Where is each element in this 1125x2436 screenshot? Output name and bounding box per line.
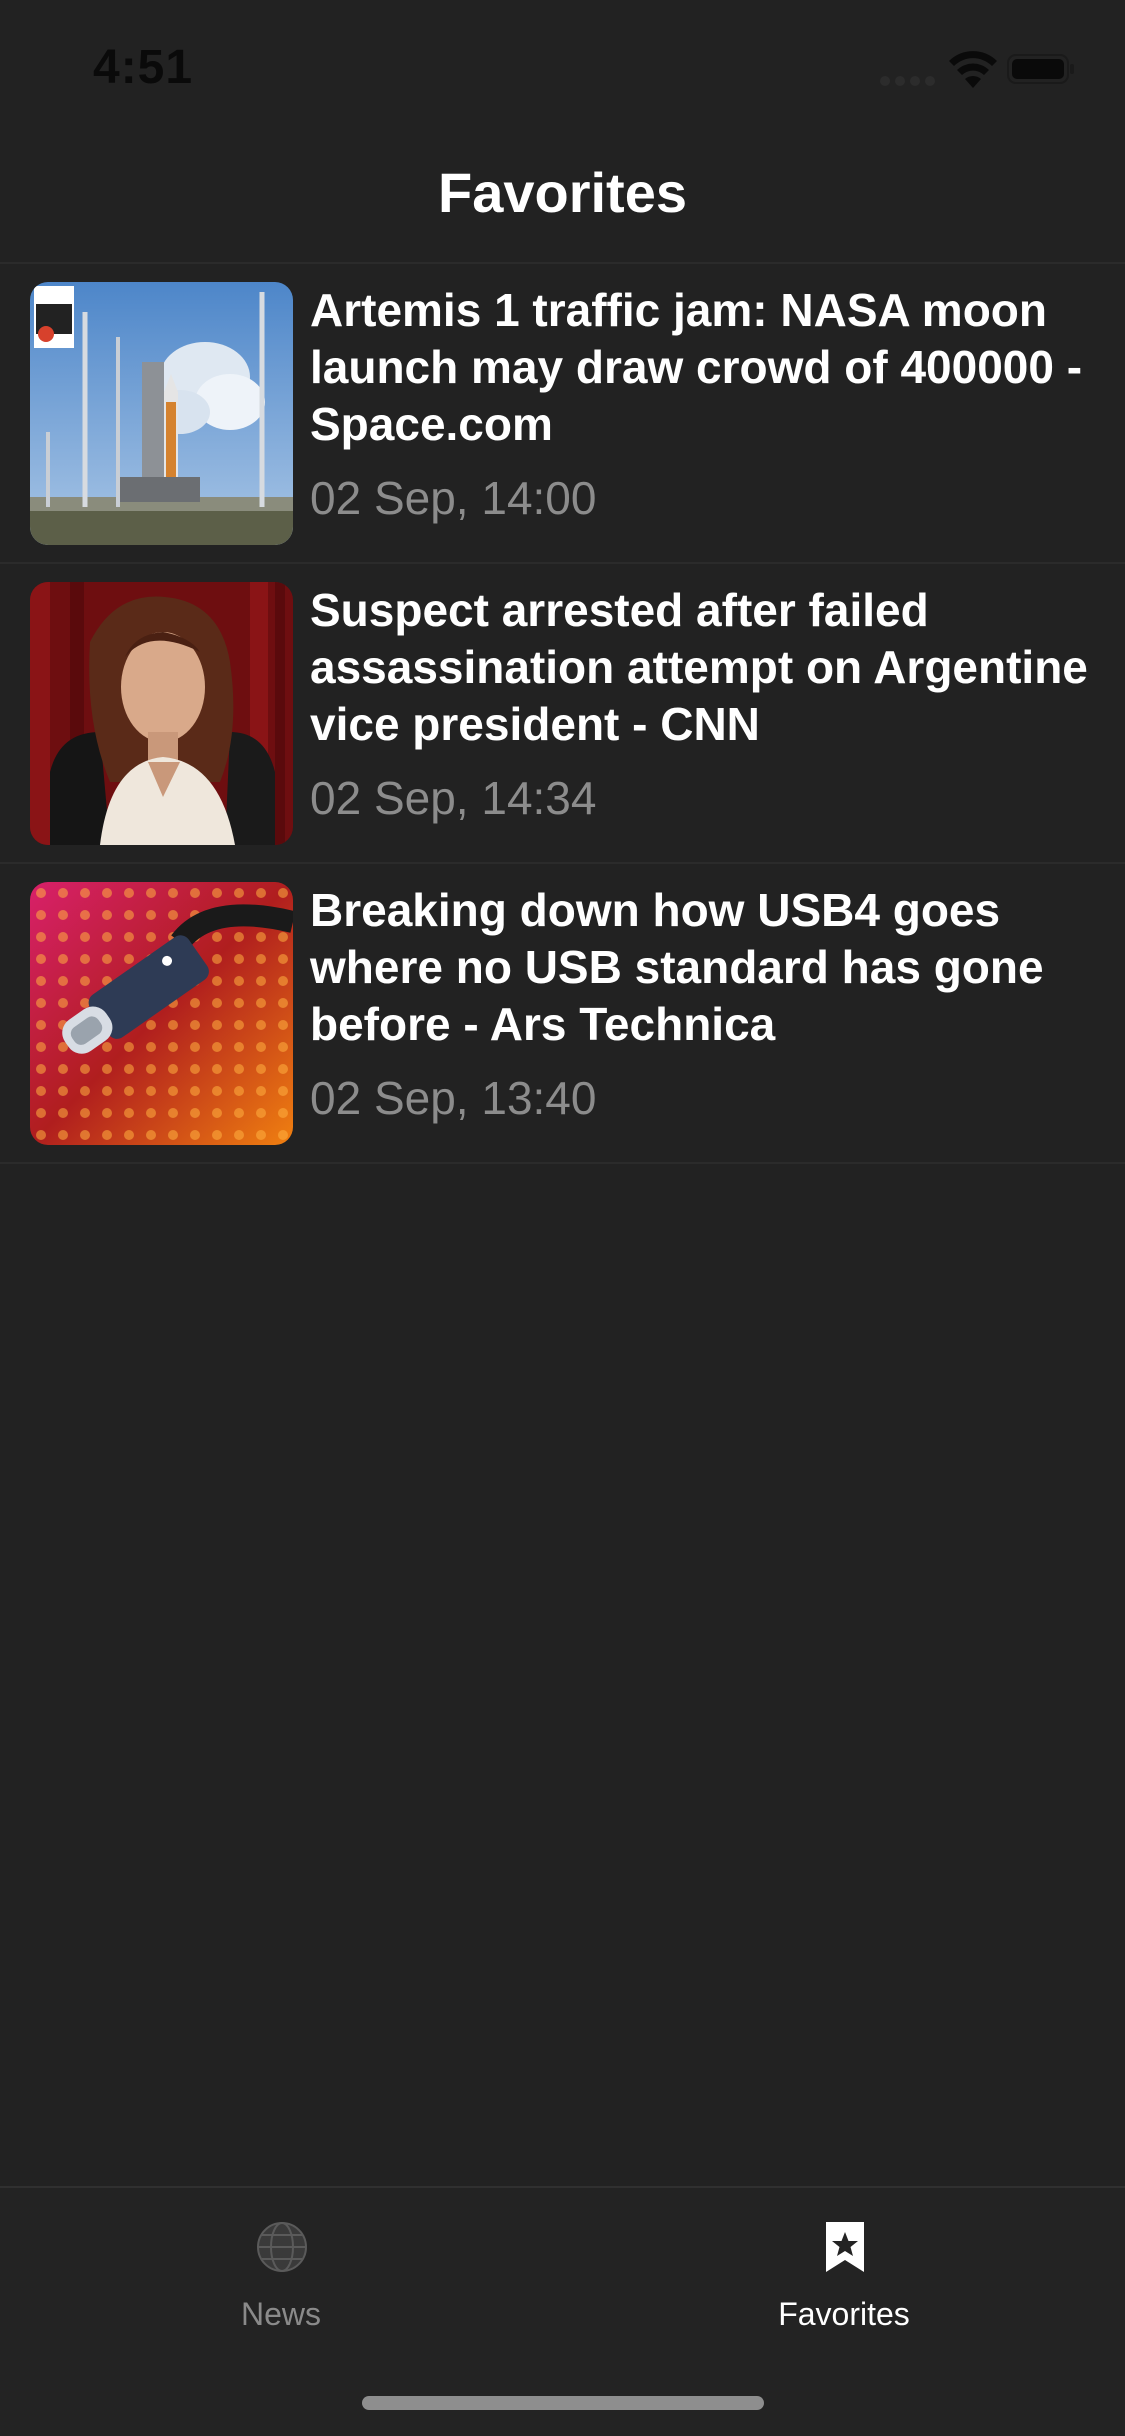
- tab-favorites[interactable]: Favorites: [563, 2188, 1125, 2368]
- article-title: Artemis 1 traffic jam: NASA moon launch …: [310, 284, 1083, 450]
- tab-favorites-label: Favorites: [778, 2296, 910, 2332]
- list-item[interactable]: Artemis 1 traffic jam: NASA moon launch …: [0, 264, 1125, 564]
- home-indicator[interactable]: [362, 2396, 764, 2410]
- article-thumbnail: [30, 882, 293, 1145]
- article-thumbnail: [30, 582, 293, 845]
- tab-news-label: News: [240, 2296, 321, 2332]
- article-title: Suspect arrested after failed assassinat…: [310, 584, 1088, 750]
- article-time: 02 Sep, 14:00: [310, 472, 597, 524]
- battery-icon: [1007, 54, 1074, 84]
- tab-news[interactable]: News: [0, 2188, 562, 2368]
- article-time: 02 Sep, 14:34: [310, 772, 597, 824]
- signal-icon: [880, 76, 936, 86]
- favorites-list[interactable]: Artemis 1 traffic jam: NASA moon launch …: [0, 264, 1125, 1164]
- bookmark-star-icon: [826, 2222, 864, 2272]
- globe-icon: [257, 2222, 307, 2272]
- status-time: 4:51: [93, 41, 194, 94]
- list-item[interactable]: Breaking down how USB4 goes where no USB…: [0, 864, 1125, 1164]
- page-title: Favorites: [438, 161, 687, 224]
- list-item[interactable]: Suspect arrested after failed assassinat…: [0, 564, 1125, 864]
- wifi-icon: [949, 51, 997, 88]
- article-title: Breaking down how USB4 goes where no USB…: [310, 884, 1044, 1050]
- article-time: 02 Sep, 13:40: [310, 1072, 597, 1124]
- status-bar: 4:51: [0, 0, 1125, 132]
- article-thumbnail: [30, 282, 293, 545]
- favorites-screen: 4:51 Favorites Artemis 1 traffic jam: NA…: [0, 0, 1125, 2436]
